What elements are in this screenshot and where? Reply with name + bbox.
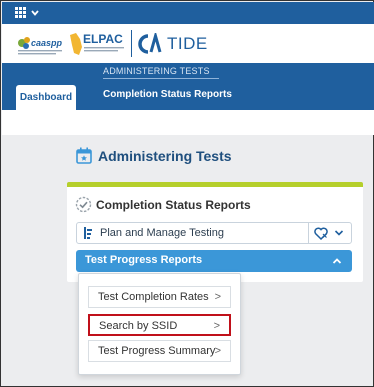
nav-item-completion-status-reports[interactable]: Completion Status Reports bbox=[103, 89, 232, 100]
menu-item-label: Test Completion Rates bbox=[98, 291, 209, 303]
test-progress-reports-label: Test Progress Reports bbox=[85, 254, 203, 266]
brand-bar: caaspp ELPAC TIDE bbox=[2, 24, 374, 63]
app-frame: caaspp ELPAC TIDE Dashboard ADMINISTERIN… bbox=[0, 0, 374, 387]
apps-grid-icon bbox=[15, 7, 26, 18]
brand-title: TIDE bbox=[167, 34, 208, 53]
elpac-logo: ELPAC bbox=[70, 32, 124, 55]
check-circle-icon bbox=[75, 196, 92, 213]
page-title: Administering Tests bbox=[98, 148, 232, 164]
menu-item-label: Test Progress Summary bbox=[98, 345, 216, 357]
test-progress-reports-dropdown[interactable]: Test Progress Reports bbox=[76, 250, 352, 272]
calendar-star-icon bbox=[76, 147, 92, 164]
menu-item-test-completion-rates[interactable]: Test Completion Rates > bbox=[88, 286, 231, 308]
list-icon bbox=[84, 227, 92, 239]
menu-item-test-progress-summary[interactable]: Test Progress Summary > bbox=[88, 340, 231, 362]
plan-manage-testing-dropdown[interactable]: Plan and Manage Testing bbox=[76, 222, 352, 244]
chevron-right-icon: > bbox=[214, 345, 221, 357]
top-bar bbox=[2, 2, 374, 24]
nav-section-label: ADMINISTERING TESTS bbox=[103, 66, 219, 79]
card-title: Completion Status Reports bbox=[96, 198, 251, 212]
chevron-up-icon bbox=[332, 258, 342, 264]
chevron-down-icon bbox=[31, 10, 39, 16]
sub-band bbox=[2, 110, 374, 135]
tab-dashboard[interactable]: Dashboard bbox=[16, 85, 76, 110]
menu-item-search-by-ssid[interactable]: Search by SSID > bbox=[88, 314, 231, 336]
menu-item-label: Search by SSID bbox=[99, 320, 178, 332]
completion-status-card: Completion Status Reports Plan and Manag… bbox=[67, 182, 363, 282]
heart-icon[interactable] bbox=[314, 227, 328, 240]
caaspp-logo: caaspp bbox=[18, 37, 63, 55]
ca-logo-icon bbox=[138, 33, 162, 54]
svg-text:caaspp: caaspp bbox=[31, 38, 63, 48]
svg-text:ELPAC: ELPAC bbox=[83, 32, 123, 46]
chevron-down-icon[interactable] bbox=[334, 229, 344, 237]
nav-band: Dashboard ADMINISTERING TESTS Completion… bbox=[2, 63, 374, 110]
dropdown-divider bbox=[308, 223, 309, 243]
test-progress-reports-menu: Test Completion Rates > Search by SSID >… bbox=[78, 273, 241, 375]
chevron-right-icon: > bbox=[213, 320, 220, 332]
chevron-right-icon: > bbox=[214, 291, 221, 303]
plan-manage-testing-label: Plan and Manage Testing bbox=[100, 227, 224, 239]
brand-divider bbox=[131, 30, 132, 57]
apps-menu-button[interactable] bbox=[15, 7, 41, 20]
